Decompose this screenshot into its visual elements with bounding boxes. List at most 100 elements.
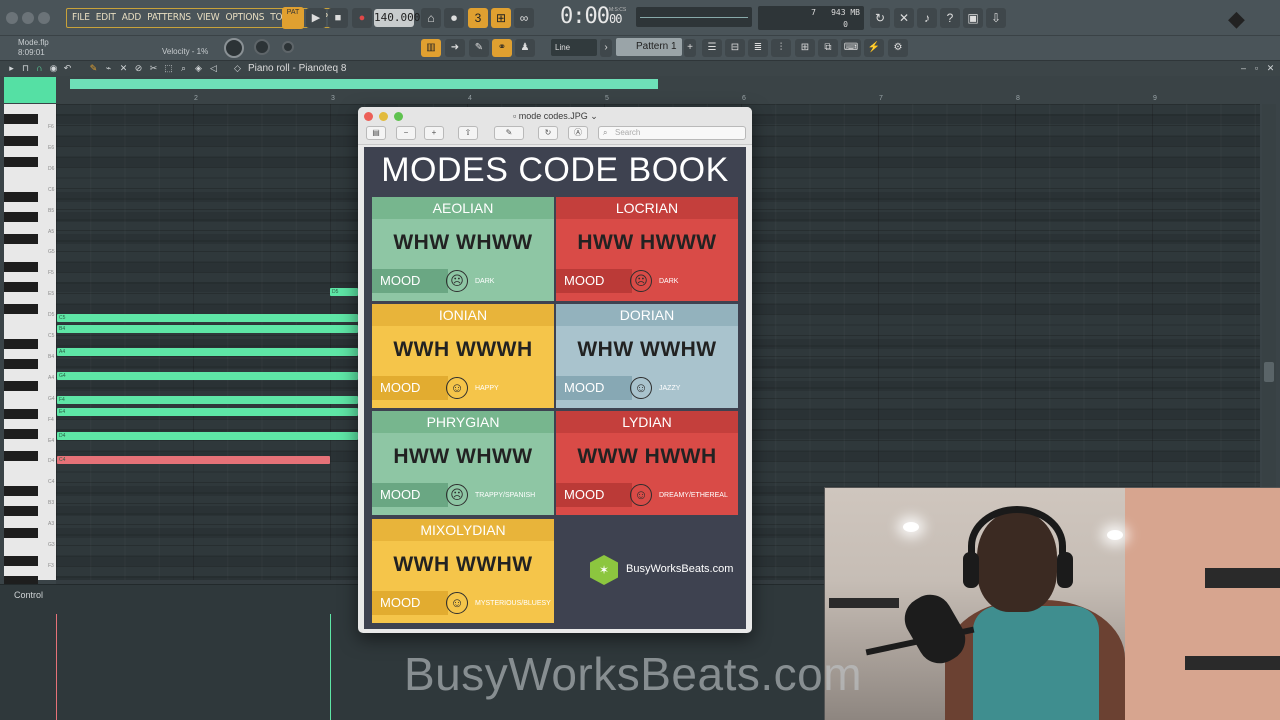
save-icon[interactable]: ▣ [963,8,983,28]
menu-add[interactable]: ADD [119,9,144,27]
draw-tool-button[interactable]: ✎ [469,39,489,57]
pattern-prev-button[interactable]: › [600,39,612,57]
menu-edit[interactable]: EDIT [93,9,119,27]
note-root[interactable] [57,456,330,464]
black-key[interactable] [4,409,38,419]
select-tool-icon[interactable]: ⬚ [163,63,174,74]
black-key[interactable] [4,339,38,349]
browser-button[interactable]: ⊞ [795,39,815,57]
note[interactable] [57,432,358,440]
window-minimize-button[interactable] [22,12,34,24]
black-key[interactable] [4,262,38,272]
menu-options[interactable]: OPTIONS [222,9,267,27]
arrow-tool-button[interactable]: ➜ [445,39,465,57]
window-maximize-button[interactable] [38,12,50,24]
black-key[interactable] [4,234,38,244]
help-icon[interactable]: ? [940,8,960,28]
vertical-scroll-thumb[interactable] [1264,362,1274,382]
black-key[interactable] [4,192,38,202]
tools-icon[interactable]: ✕ [894,8,914,28]
paint-brush-icon[interactable]: ⌁ [103,63,114,74]
zoom-out-button[interactable]: − [396,126,416,140]
plugin-picker-button[interactable]: ⧉ [818,39,838,57]
play-button[interactable]: ▶ [306,8,326,28]
step-edit-icon[interactable]: ⊞ [491,8,511,28]
snap-select[interactable]: Line [551,39,597,56]
black-key[interactable] [4,212,38,222]
black-key[interactable] [4,506,38,516]
record-small-icon[interactable]: ◉ [48,63,59,74]
black-key[interactable] [4,157,38,167]
magnet-icon[interactable]: ⊓ [20,63,31,74]
piano-roll-view-button[interactable]: ▥ [421,39,441,57]
black-key[interactable] [4,528,38,538]
loop-record-icon[interactable]: ∞ [514,8,534,28]
add-pattern-button[interactable]: + [684,39,696,57]
stamp-button[interactable]: ♟ [515,39,535,57]
menu-file[interactable]: FILE [69,9,93,27]
speaker-icon[interactable]: ◁ [208,63,219,74]
tempo-display[interactable]: 140.000 [374,9,420,27]
annotate-button[interactable]: Ⓐ [568,126,588,140]
black-key[interactable] [4,429,38,439]
pattern-selector[interactable]: Pattern 1 [616,38,682,56]
markup-button[interactable]: ✎ [494,126,524,140]
control-label[interactable]: Control [14,590,43,600]
touch-controller-button[interactable]: ⌨ [841,39,861,57]
metronome-icon[interactable]: ⌂ [421,8,441,28]
link-button[interactable]: ⚭ [492,39,512,57]
preview-minimize-button[interactable] [379,112,388,121]
note[interactable] [57,325,358,333]
piano-keyboard[interactable]: F6 E6 D6 C6 B5 A5 G5 F5 E5 D5 C5 B4 A4 G4 F4 E4 D4 C4 B3 A3… [4,104,56,611]
black-key[interactable] [4,359,38,369]
pan-knob[interactable] [282,41,294,53]
zoom-in-button[interactable]: + [424,126,444,140]
refresh-icon[interactable]: ↻ [870,8,890,28]
zoom-tool-icon[interactable]: ⌕ [178,63,189,74]
master-volume-knob[interactable] [224,38,244,58]
share-button[interactable]: ⇧ [458,126,478,140]
pencil-tool-icon[interactable]: ✎ [88,63,99,74]
undo-icon[interactable]: ↶ [62,63,73,74]
pat-song-toggle[interactable]: PAT [282,7,304,29]
piano-roll-button[interactable]: ⫶ [771,39,791,57]
close-icon[interactable]: ✕ [1265,63,1276,74]
velocity-line-root[interactable] [56,614,57,720]
playlist-button[interactable]: ☰ [702,39,722,57]
minimize-icon[interactable]: – [1238,63,1249,74]
black-key[interactable] [4,114,38,124]
restore-icon[interactable]: ▫ [1251,63,1262,74]
note[interactable] [57,396,358,404]
channel-rack-button[interactable]: ⊟ [725,39,745,57]
loop-region-bar[interactable] [70,79,658,89]
master-pitch-knob[interactable] [254,39,270,55]
menu-patterns[interactable]: PATTERNS [144,9,194,27]
note[interactable] [57,408,358,416]
slice-tool-icon[interactable]: ✂ [148,63,159,74]
black-key[interactable] [4,136,38,146]
record-button[interactable]: ● [352,8,372,28]
rotate-button[interactable]: ↻ [538,126,558,140]
delete-tool-icon[interactable]: ✕ [118,63,129,74]
snap-icon[interactable]: ∩ [34,63,45,74]
note[interactable] [57,372,358,380]
export-icon[interactable]: ⇩ [986,8,1006,28]
settings-button[interactable]: ⚙ [888,39,908,57]
stop-button[interactable]: ■ [328,8,348,28]
black-key[interactable] [4,282,38,292]
preview-close-button[interactable] [364,112,373,121]
note[interactable] [57,314,358,322]
black-key[interactable] [4,381,38,391]
wait-for-input-icon[interactable]: ⏺ [444,8,464,28]
black-key[interactable] [4,556,38,566]
menu-arrow-icon[interactable]: ▸ [6,63,17,74]
countdown-icon[interactable]: 3 [468,8,488,28]
preview-zoom-button[interactable] [394,112,403,121]
menu-view[interactable]: VIEW [194,9,223,27]
preview-search-input[interactable]: ⌕ Search [598,126,746,140]
microphone-icon[interactable]: ♪ [917,8,937,28]
window-close-button[interactable] [6,12,18,24]
sidebar-toggle[interactable]: ▤ [366,126,386,140]
black-key[interactable] [4,304,38,314]
black-key[interactable] [4,451,38,461]
